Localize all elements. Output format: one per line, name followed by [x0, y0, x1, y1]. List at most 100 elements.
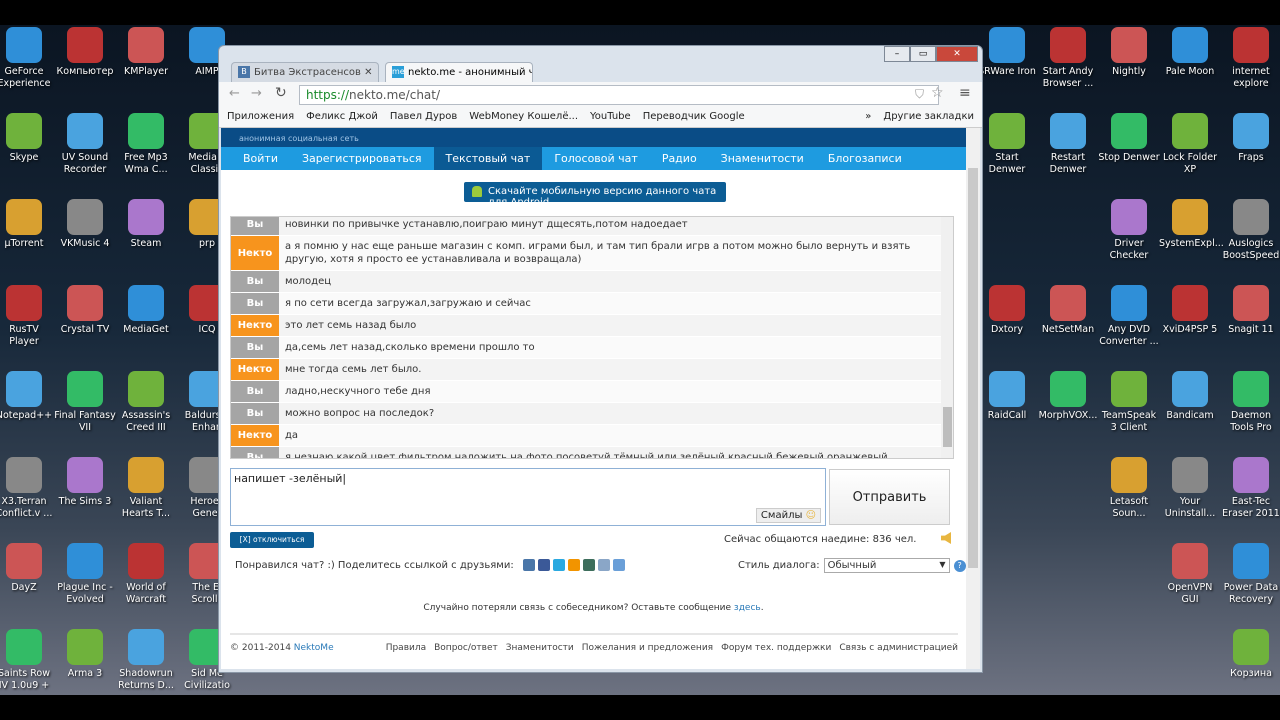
desktop-icon[interactable]: µTorrent	[0, 199, 55, 250]
desktop-icon[interactable]: SRWare Iron	[976, 27, 1038, 78]
page-scrollbar[interactable]	[966, 128, 980, 669]
desktop-icon[interactable]: World of Warcraft	[115, 543, 177, 606]
lost-link[interactable]: здесь	[734, 603, 761, 613]
desktop-icon[interactable]: Snagit 11	[1220, 285, 1280, 336]
footer-link[interactable]: Правила	[386, 643, 426, 653]
maximize-button[interactable]: ▭	[910, 46, 936, 62]
bookmarks-more[interactable]: »	[865, 111, 871, 124]
desktop-icon[interactable]: Power Data Recovery	[1220, 543, 1280, 606]
desktop-icon[interactable]: Компьютер	[54, 27, 116, 78]
desktop-icon[interactable]: East-Tec Eraser 2011	[1220, 457, 1280, 520]
desktop-icon[interactable]: TeamSpeak 3 Client	[1098, 371, 1160, 434]
desktop-icon[interactable]: Skype	[0, 113, 55, 164]
shield-icon[interactable]: ⛉	[915, 87, 924, 102]
odnoklassniki-share-icon[interactable]	[567, 559, 580, 571]
desktop-icon[interactable]: Steam	[115, 199, 177, 250]
android-banner[interactable]: Скачайте мобильную версию данного чата д…	[464, 182, 726, 208]
desktop-icon[interactable]: Fraps	[1220, 113, 1280, 164]
vk-share-icon[interactable]	[522, 559, 535, 571]
desktop-icon[interactable]: SystemExpl...	[1159, 199, 1224, 250]
desktop-icon[interactable]: Корзина	[1220, 629, 1280, 680]
desktop-icon[interactable]: Final Fantasy VII	[54, 371, 116, 434]
desktop-icon[interactable]: Start Denwer	[976, 113, 1038, 176]
tab-nekto[interactable]: menekto.me - анонимный ч ✕	[385, 62, 533, 82]
nav-item[interactable]: Зарегистрироваться	[290, 147, 434, 170]
menu-icon[interactable]: ≡	[959, 85, 971, 101]
footer-link[interactable]: Знаменитости	[506, 643, 574, 653]
desktop-icon[interactable]: XviD4PSP 5	[1159, 285, 1221, 336]
smiles-button[interactable]: Смайлы ☺	[755, 508, 821, 523]
desktop-icon[interactable]: Restart Denwer	[1037, 113, 1099, 176]
livejournal-share-icon[interactable]	[597, 559, 610, 571]
desktop-icon[interactable]: Stop Denwer	[1098, 113, 1160, 164]
speaker-icon[interactable]	[941, 532, 951, 544]
back-icon[interactable]: ←	[229, 86, 240, 101]
tab-close-icon[interactable]: ✕	[364, 67, 372, 78]
desktop-icon[interactable]: Any DVD Converter ...	[1098, 285, 1160, 348]
bookmark-item[interactable]: WebMoney Кошелё...	[469, 111, 578, 124]
tab-bitva[interactable]: В Битва Экстрасенсов ✕	[231, 62, 379, 82]
desktop-icon[interactable]: MediaGet	[115, 285, 177, 336]
desktop-icon[interactable]: RaidCall	[976, 371, 1038, 422]
star-icon[interactable]: ☆	[931, 85, 944, 101]
myworld-share-icon[interactable]	[612, 559, 625, 571]
bookmark-item[interactable]: Павел Дуров	[390, 111, 457, 124]
nav-item[interactable]: Войти	[231, 147, 290, 170]
bookmark-item[interactable]: Приложения	[227, 111, 294, 124]
bookmark-item[interactable]: Феликс Джой	[306, 111, 378, 124]
help-icon[interactable]: ?	[953, 559, 966, 572]
send-button[interactable]: Отправить	[829, 469, 950, 525]
desktop-icon[interactable]: DayZ	[0, 543, 55, 594]
desktop-icon[interactable]: Shadowrun Returns D...	[115, 629, 177, 692]
desktop-icon[interactable]: Your Uninstall...	[1159, 457, 1221, 520]
desktop-icon[interactable]: The Sims 3	[54, 457, 116, 508]
footer-link[interactable]: Связь с администрацией	[839, 643, 958, 653]
dialog-style-select[interactable]: Обычный ▼	[823, 558, 950, 573]
desktop-icon[interactable]: Nightly	[1098, 27, 1160, 78]
bookmark-item[interactable]: Переводчик Google	[643, 111, 745, 124]
other-bookmarks[interactable]: Другие закладки	[883, 111, 974, 124]
footer-link[interactable]: Пожелания и предложения	[582, 643, 713, 653]
desktop-icon[interactable]: Plague Inc - Evolved	[54, 543, 116, 606]
desktop-icon[interactable]: UV Sound Recorder	[54, 113, 116, 176]
desktop-icon[interactable]: internet explore	[1220, 27, 1280, 90]
desktop-icon[interactable]: Pale Moon	[1159, 27, 1221, 78]
desktop-icon[interactable]: Valiant Hearts T...	[115, 457, 177, 520]
disconnect-button[interactable]: [X] отключиться	[230, 532, 314, 548]
desktop-icon[interactable]: Daemon Tools Pro	[1220, 371, 1280, 434]
nav-item[interactable]: Знаменитости	[709, 147, 816, 170]
nav-item[interactable]: Текстовый чат	[433, 147, 543, 170]
desktop-icon[interactable]: NetSetMan	[1037, 285, 1099, 336]
desktop-icon[interactable]: Free Mp3 Wma C...	[115, 113, 177, 176]
message-input[interactable]: напишет -зелёный| Смайлы ☺	[230, 468, 826, 526]
desktop-icon[interactable]: Start Andy Browser ...	[1037, 27, 1099, 90]
nav-item[interactable]: Блогозаписи	[816, 147, 914, 170]
desktop-icon[interactable]: Bandicam	[1159, 371, 1221, 422]
minimize-button[interactable]: –	[884, 46, 910, 62]
close-button[interactable]: ✕	[936, 46, 978, 62]
reload-icon[interactable]: ↻	[275, 85, 287, 101]
forward-icon[interactable]: →	[251, 86, 262, 101]
nav-item[interactable]: Радио	[650, 147, 709, 170]
nav-item[interactable]: Голосовой чат	[542, 147, 649, 170]
desktop-icon[interactable]: Arma 3	[54, 629, 116, 680]
address-bar[interactable]: https://nekto.me/chat/	[299, 85, 939, 105]
desktop-icon[interactable]: Letasoft Soun...	[1098, 457, 1160, 520]
desktop-icon[interactable]: X3.Terran Conflict.v ...	[0, 457, 55, 520]
desktop-icon[interactable]: MorphVOX...	[1037, 371, 1099, 422]
footer-link[interactable]: Форум тех. поддержки	[721, 643, 831, 653]
desktop-icon[interactable]: Lock Folder XP	[1159, 113, 1221, 176]
desktop-icon[interactable]: Saints Row IV 1.0u9 + ...	[0, 629, 55, 695]
chat-scrollbar[interactable]	[941, 217, 953, 458]
desktop-icon[interactable]: Notepad++	[0, 371, 55, 422]
desktop-icon[interactable]: GeForce Experience	[0, 27, 55, 90]
desktop-icon[interactable]: Crystal TV	[54, 285, 116, 336]
desktop-icon[interactable]: VKMusic 4	[54, 199, 116, 250]
desktop-icon[interactable]: Dxtory	[976, 285, 1038, 336]
facebook-share-icon[interactable]	[537, 559, 550, 571]
desktop-icon[interactable]: Auslogics BoostSpeed	[1220, 199, 1280, 262]
twitter-share-icon[interactable]	[552, 559, 565, 571]
desktop-icon[interactable]: Assassin's Creed III	[115, 371, 177, 434]
mailru-share-icon[interactable]	[582, 559, 595, 571]
nektome-link[interactable]: NektoMe	[294, 643, 334, 653]
